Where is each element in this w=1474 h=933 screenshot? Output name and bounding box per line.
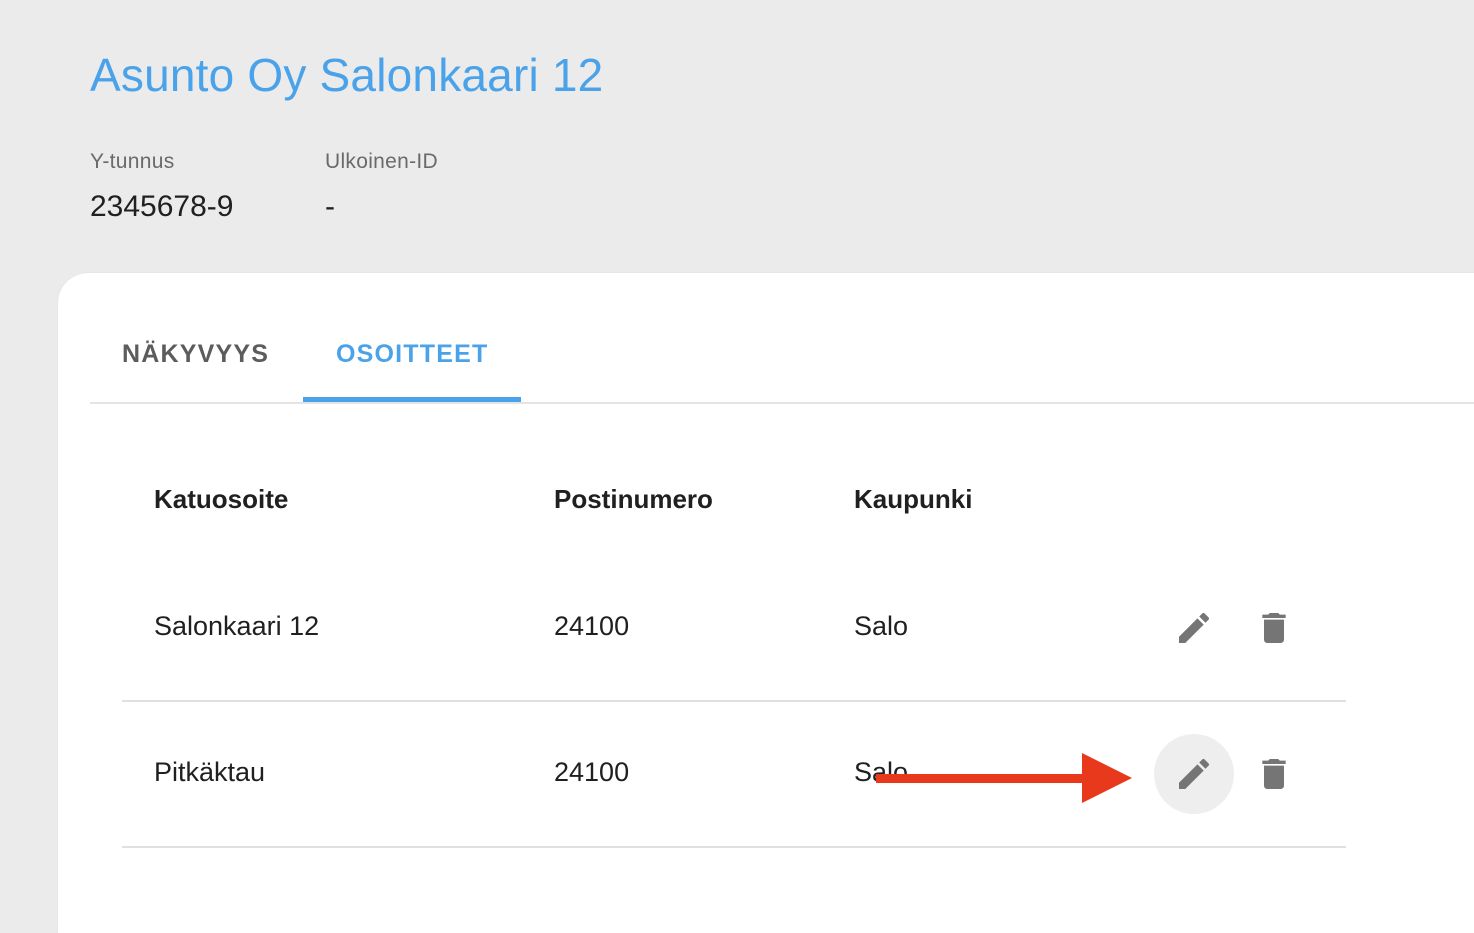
- cell-postal-code: 24100: [554, 611, 630, 641]
- external-id-label: Ulkoinen-ID: [325, 150, 439, 173]
- row-divider: [122, 846, 1346, 848]
- business-id-value: 2345678-9: [90, 190, 234, 223]
- trash-icon: [1262, 759, 1286, 789]
- edit-button[interactable]: [1154, 734, 1234, 814]
- column-header-city: Kaupunki: [854, 484, 973, 514]
- edit-button[interactable]: [1154, 588, 1234, 668]
- cell-street: Pitkäktau: [154, 757, 266, 787]
- business-id-label: Y-tunnus: [90, 150, 175, 173]
- annotation-arrow: [876, 753, 1132, 803]
- tabs-divider: [90, 402, 1474, 404]
- pencil-icon: [1179, 612, 1210, 643]
- page-title: Asunto Oy Salonkaari 12: [90, 49, 604, 101]
- tab-addresses[interactable]: OSOITTEET: [336, 340, 488, 369]
- column-header-postal-code: Postinumero: [554, 484, 713, 514]
- delete-button[interactable]: [1234, 734, 1314, 814]
- row-divider: [122, 700, 1346, 702]
- trash-icon: [1262, 613, 1286, 643]
- cell-postal-code: 24100: [554, 757, 630, 787]
- cell-city: Salo: [854, 611, 909, 641]
- external-id-value: -: [325, 190, 335, 223]
- tab-visibility[interactable]: NÄKYVYYS: [122, 340, 269, 369]
- cell-street: Salonkaari 12: [154, 611, 320, 641]
- column-header-street: Katuosoite: [154, 484, 289, 514]
- delete-button[interactable]: [1234, 588, 1314, 668]
- pencil-icon: [1179, 758, 1210, 789]
